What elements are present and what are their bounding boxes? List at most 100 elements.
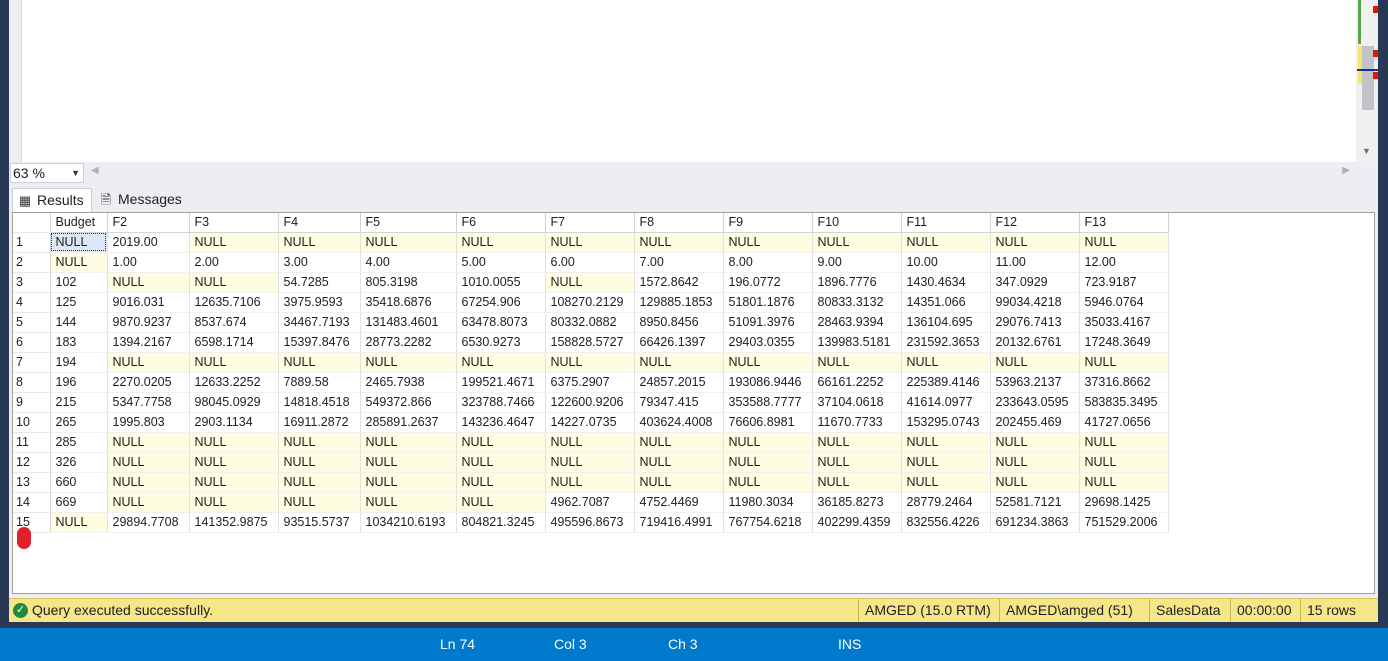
editor-vertical-scrollbar[interactable]: ▼ bbox=[1356, 0, 1378, 162]
table-cell[interactable]: NULL bbox=[723, 432, 813, 453]
table-cell[interactable]: NULL bbox=[1079, 432, 1169, 453]
table-cell[interactable]: 36185.8273 bbox=[812, 492, 902, 513]
table-cell[interactable]: 6375.2907 bbox=[545, 372, 635, 393]
table-cell[interactable]: 285891.2637 bbox=[360, 412, 457, 433]
table-cell[interactable]: 20132.6761 bbox=[990, 332, 1080, 353]
table-cell[interactable]: 6.00 bbox=[545, 252, 635, 273]
table-cell[interactable]: 35033.4167 bbox=[1079, 312, 1169, 333]
table-cell[interactable]: 2270.0205 bbox=[107, 372, 190, 393]
column-header[interactable]: F11 bbox=[901, 213, 991, 233]
column-header[interactable]: F6 bbox=[456, 213, 546, 233]
row-number[interactable]: 6 bbox=[13, 332, 51, 353]
table-cell[interactable]: 9870.9237 bbox=[107, 312, 190, 333]
row-number[interactable]: 12 bbox=[13, 452, 51, 473]
row-drag-handle[interactable] bbox=[17, 527, 31, 549]
table-cell[interactable]: NULL bbox=[189, 432, 279, 453]
row-number[interactable]: 8 bbox=[13, 372, 51, 393]
table-cell[interactable]: 751529.2006 bbox=[1079, 512, 1169, 533]
table-cell[interactable]: 719416.4991 bbox=[634, 512, 724, 533]
table-cell[interactable]: 7889.58 bbox=[278, 372, 361, 393]
table-cell[interactable]: 125 bbox=[50, 292, 108, 313]
table-cell[interactable]: 1.00 bbox=[107, 252, 190, 273]
table-cell[interactable]: 16911.2872 bbox=[278, 412, 361, 433]
table-cell[interactable]: NULL bbox=[360, 452, 457, 473]
table-cell[interactable]: 34467.7193 bbox=[278, 312, 361, 333]
column-header[interactable]: F12 bbox=[990, 213, 1080, 233]
table-cell[interactable]: NULL bbox=[50, 232, 108, 253]
table-cell[interactable]: 1896.7776 bbox=[812, 272, 902, 293]
table-cell[interactable]: 15397.8476 bbox=[278, 332, 361, 353]
table-cell[interactable]: 12635.7106 bbox=[189, 292, 279, 313]
table-cell[interactable]: 51801.1876 bbox=[723, 292, 813, 313]
table-cell[interactable]: NULL bbox=[901, 452, 991, 473]
table-cell[interactable]: 129885.1853 bbox=[634, 292, 724, 313]
table-cell[interactable]: 196 bbox=[50, 372, 108, 393]
table-cell[interactable]: 583835.3495 bbox=[1079, 392, 1169, 413]
table-cell[interactable]: NULL bbox=[278, 432, 361, 453]
table-cell[interactable]: NULL bbox=[901, 432, 991, 453]
table-cell[interactable]: 37316.8662 bbox=[1079, 372, 1169, 393]
tab-results[interactable]: ▦ Results bbox=[12, 188, 92, 212]
table-cell[interactable]: 108270.2129 bbox=[545, 292, 635, 313]
table-cell[interactable]: 122600.9206 bbox=[545, 392, 635, 413]
table-cell[interactable]: 24857.2015 bbox=[634, 372, 724, 393]
table-cell[interactable]: 804821.3245 bbox=[456, 512, 546, 533]
table-cell[interactable]: 1572.8642 bbox=[634, 272, 724, 293]
table-cell[interactable]: NULL bbox=[901, 352, 991, 373]
table-cell[interactable]: NULL bbox=[545, 472, 635, 493]
table-cell[interactable]: 53963.2137 bbox=[990, 372, 1080, 393]
table-cell[interactable]: 225389.4146 bbox=[901, 372, 991, 393]
table-cell[interactable]: NULL bbox=[107, 492, 190, 513]
zoom-select[interactable]: 63 % ▼ bbox=[10, 163, 84, 183]
table-cell[interactable]: NULL bbox=[456, 232, 546, 253]
grid-corner-header[interactable] bbox=[13, 213, 51, 233]
table-cell[interactable]: 11670.7733 bbox=[812, 412, 902, 433]
table-cell[interactable]: 326 bbox=[50, 452, 108, 473]
table-cell[interactable]: NULL bbox=[1079, 452, 1169, 473]
table-cell[interactable]: NULL bbox=[278, 232, 361, 253]
table-cell[interactable]: NULL bbox=[812, 432, 902, 453]
table-cell[interactable]: NULL bbox=[812, 472, 902, 493]
table-cell[interactable]: 6530.9273 bbox=[456, 332, 546, 353]
table-cell[interactable]: 54.7285 bbox=[278, 272, 361, 293]
row-number[interactable]: 4 bbox=[13, 292, 51, 313]
table-cell[interactable]: 41727.0656 bbox=[1079, 412, 1169, 433]
table-cell[interactable]: NULL bbox=[456, 352, 546, 373]
table-cell[interactable]: NULL bbox=[189, 272, 279, 293]
table-cell[interactable]: 52581.7121 bbox=[990, 492, 1080, 513]
table-cell[interactable]: 1034210.6193 bbox=[360, 512, 457, 533]
table-cell[interactable]: NULL bbox=[545, 272, 635, 293]
table-cell[interactable]: 2019.00 bbox=[107, 232, 190, 253]
table-cell[interactable]: 7.00 bbox=[634, 252, 724, 273]
table-cell[interactable]: 767754.6218 bbox=[723, 512, 813, 533]
column-header[interactable]: F4 bbox=[278, 213, 361, 233]
table-cell[interactable]: 4.00 bbox=[360, 252, 457, 273]
table-cell[interactable]: NULL bbox=[723, 472, 813, 493]
table-cell[interactable]: 141352.9875 bbox=[189, 512, 279, 533]
table-cell[interactable]: NULL bbox=[634, 432, 724, 453]
table-cell[interactable]: 14818.4518 bbox=[278, 392, 361, 413]
table-cell[interactable]: 285 bbox=[50, 432, 108, 453]
table-cell[interactable]: 8950.8456 bbox=[634, 312, 724, 333]
scroll-left-arrow-icon[interactable]: ◀ bbox=[91, 165, 99, 176]
table-cell[interactable]: 1010.0055 bbox=[456, 272, 546, 293]
table-cell[interactable]: 29403.0355 bbox=[723, 332, 813, 353]
table-cell[interactable]: NULL bbox=[278, 472, 361, 493]
table-cell[interactable]: 37104.0618 bbox=[812, 392, 902, 413]
table-cell[interactable]: NULL bbox=[812, 232, 902, 253]
row-number[interactable]: 10 bbox=[13, 412, 51, 433]
column-header[interactable]: F2 bbox=[107, 213, 190, 233]
table-cell[interactable]: 347.0929 bbox=[990, 272, 1080, 293]
table-cell[interactable]: NULL bbox=[1079, 232, 1169, 253]
table-cell[interactable]: 183 bbox=[50, 332, 108, 353]
table-cell[interactable]: 2903.1134 bbox=[189, 412, 279, 433]
table-cell[interactable]: 99034.4218 bbox=[990, 292, 1080, 313]
table-cell[interactable]: 79347.415 bbox=[634, 392, 724, 413]
row-number[interactable]: 9 bbox=[13, 392, 51, 413]
table-cell[interactable]: 495596.8673 bbox=[545, 512, 635, 533]
table-cell[interactable]: 5946.0764 bbox=[1079, 292, 1169, 313]
table-cell[interactable]: NULL bbox=[107, 432, 190, 453]
table-cell[interactable]: 832556.4226 bbox=[901, 512, 991, 533]
table-cell[interactable]: 8.00 bbox=[723, 252, 813, 273]
table-cell[interactable]: 353588.7777 bbox=[723, 392, 813, 413]
